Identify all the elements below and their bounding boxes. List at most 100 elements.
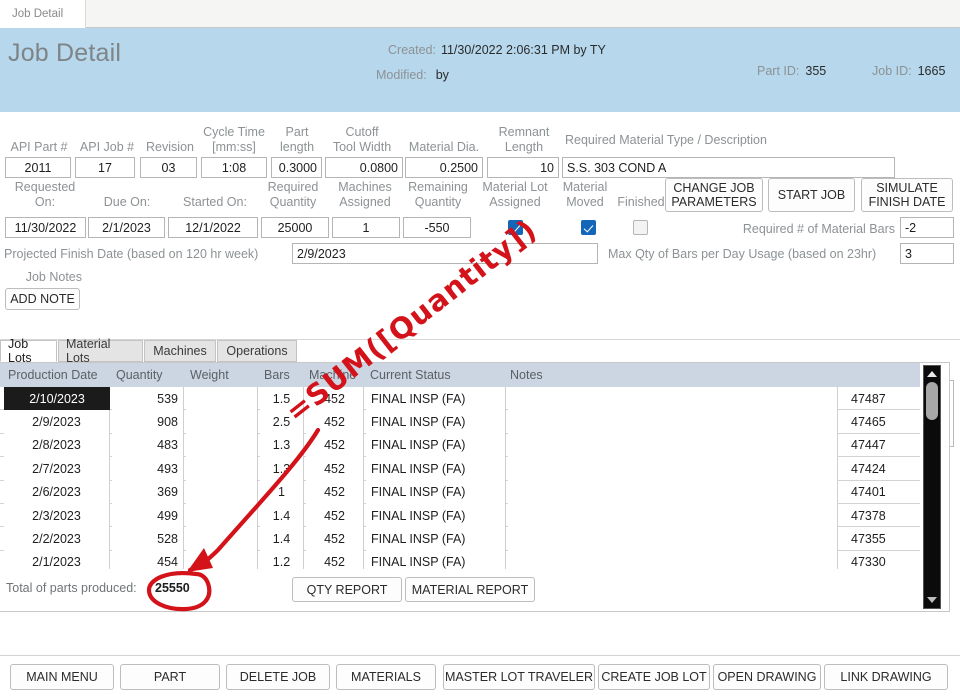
cell-weight[interactable] (186, 457, 258, 481)
create-job-lot-button[interactable]: CREATE JOB LOT (598, 664, 710, 690)
cell-lot-id[interactable]: 47401 (846, 481, 914, 504)
column-header-bars[interactable]: Bars (260, 363, 296, 387)
cell-current-status[interactable]: FINAL INSP (FA) (366, 387, 506, 411)
cell-notes[interactable] (508, 527, 838, 551)
cell-current-status[interactable]: FINAL INSP (FA) (366, 550, 506, 569)
material-dia-input[interactable] (405, 157, 483, 178)
tab-machines[interactable]: Machines (144, 340, 216, 362)
part-length-input[interactable] (271, 157, 322, 178)
cell-production-date[interactable]: 2/10/2023 (4, 387, 110, 411)
cell-lot-id[interactable]: 47465 (846, 410, 914, 433)
cell-machine[interactable]: 452 (306, 433, 364, 458)
cell-lot-id[interactable]: 47378 (846, 504, 914, 527)
max-qty-bars-input[interactable] (900, 243, 954, 264)
add-note-button[interactable]: ADD NOTE (5, 288, 80, 310)
due-on-input[interactable] (88, 217, 165, 238)
cell-production-date[interactable]: 2/1/2023 (4, 550, 110, 569)
cell-notes[interactable] (508, 550, 838, 569)
column-header-weight[interactable]: Weight (186, 363, 250, 387)
cell-notes[interactable] (508, 480, 838, 504)
projected-finish-date-input[interactable] (292, 243, 598, 264)
machines-assigned-input[interactable] (332, 217, 400, 238)
material-report-button[interactable]: MATERIAL REPORT (405, 577, 535, 602)
scroll-down-arrow-icon[interactable] (924, 593, 940, 607)
table-row[interactable]: 2/6/2023 369 1 452 FINAL INSP (FA) 47401 (0, 480, 920, 504)
cell-weight[interactable] (186, 387, 258, 411)
required-material-type-input[interactable] (562, 157, 895, 178)
simulate-finish-date-button[interactable]: SIMULATE FINISH DATE (861, 178, 953, 212)
cell-production-date[interactable]: 2/8/2023 (4, 433, 110, 458)
cell-weight[interactable] (186, 433, 258, 458)
cell-bars[interactable]: 1.4 (260, 527, 304, 551)
change-job-parameters-button[interactable]: CHANGE JOB PARAMETERS (665, 178, 763, 212)
remnant-length-input[interactable] (487, 157, 559, 178)
cell-bars[interactable]: 1.3 (260, 457, 304, 481)
table-row[interactable]: 2/7/2023 493 1.3 452 FINAL INSP (FA) 47424 (0, 457, 920, 481)
tab-operations[interactable]: Operations (217, 340, 297, 362)
cell-current-status[interactable]: FINAL INSP (FA) (366, 457, 506, 481)
cell-bars[interactable]: 1.3 (260, 433, 304, 458)
required-bars-input[interactable] (900, 217, 954, 238)
column-header-production-date[interactable]: Production Date (4, 363, 110, 387)
cell-lot-id[interactable]: 47424 (846, 457, 914, 480)
scroll-up-arrow-icon[interactable] (924, 367, 940, 381)
column-header-notes[interactable]: Notes (506, 363, 586, 387)
cell-production-date[interactable]: 2/6/2023 (4, 480, 110, 504)
tab-job-lots[interactable]: Job Lots (0, 337, 57, 365)
window-tab-job-detail[interactable]: Job Detail (0, 0, 87, 28)
cell-lot-id[interactable]: 47447 (846, 434, 914, 457)
table-row[interactable]: 2/10/2023 539 1.5 452 FINAL INSP (FA) 47487 (0, 387, 920, 411)
cell-machine[interactable]: 452 (306, 527, 364, 551)
grid-vertical-scrollbar[interactable] (923, 365, 941, 609)
cell-notes[interactable] (508, 433, 838, 458)
cell-current-status[interactable]: FINAL INSP (FA) (366, 410, 506, 434)
cell-quantity[interactable]: 499 (112, 503, 184, 528)
materials-button[interactable]: MATERIALS (336, 664, 436, 690)
cell-production-date[interactable]: 2/7/2023 (4, 457, 110, 481)
requested-on-input[interactable] (5, 217, 86, 238)
cell-machine[interactable]: 452 (306, 457, 364, 481)
finished-checkbox[interactable] (633, 220, 648, 235)
cell-bars[interactable]: 1.4 (260, 503, 304, 528)
grid-body[interactable]: 2/10/2023 539 1.5 452 FINAL INSP (FA) 47487 2/… (0, 387, 920, 569)
cell-quantity[interactable]: 454 (112, 550, 184, 569)
open-drawing-button[interactable]: OPEN DRAWING (713, 664, 821, 690)
remaining-quantity-input[interactable] (403, 217, 471, 238)
cell-quantity[interactable]: 493 (112, 457, 184, 481)
cell-weight[interactable] (186, 503, 258, 528)
delete-job-button[interactable]: DELETE JOB (226, 664, 330, 690)
cell-notes[interactable] (508, 457, 838, 481)
cell-lot-id[interactable]: 47487 (846, 387, 914, 410)
cell-current-status[interactable]: FINAL INSP (FA) (366, 503, 506, 528)
cell-quantity[interactable]: 908 (112, 410, 184, 434)
cell-notes[interactable] (508, 410, 838, 434)
revision-input[interactable] (140, 157, 197, 178)
cell-production-date[interactable]: 2/9/2023 (4, 410, 110, 434)
cell-quantity[interactable]: 528 (112, 527, 184, 551)
table-row[interactable]: 2/1/2023 454 1.2 452 FINAL INSP (FA) 47330 (0, 550, 920, 569)
main-menu-button[interactable]: MAIN MENU (10, 664, 114, 690)
cell-notes[interactable] (508, 387, 838, 411)
cell-lot-id[interactable]: 47330 (846, 551, 914, 569)
column-header-quantity[interactable]: Quantity (112, 363, 182, 387)
table-row[interactable]: 2/9/2023 908 2.5 452 FINAL INSP (FA) 47465 (0, 410, 920, 434)
scrollbar-thumb[interactable] (926, 382, 938, 420)
part-button[interactable]: PART (120, 664, 220, 690)
cell-machine[interactable]: 452 (306, 480, 364, 504)
cell-quantity[interactable]: 539 (112, 387, 184, 411)
cell-weight[interactable] (186, 480, 258, 504)
started-on-input[interactable] (168, 217, 258, 238)
cell-weight[interactable] (186, 527, 258, 551)
cell-notes[interactable] (508, 503, 838, 528)
cell-current-status[interactable]: FINAL INSP (FA) (366, 480, 506, 504)
cycle-time-input[interactable] (201, 157, 267, 178)
cell-lot-id[interactable]: 47355 (846, 527, 914, 550)
cell-current-status[interactable]: FINAL INSP (FA) (366, 433, 506, 458)
cell-quantity[interactable]: 369 (112, 480, 184, 504)
cell-bars[interactable]: 1.5 (260, 387, 304, 411)
cell-bars[interactable]: 1.2 (260, 550, 304, 569)
master-lot-traveler-button[interactable]: MASTER LOT TRAVELER (443, 664, 595, 690)
cell-current-status[interactable]: FINAL INSP (FA) (366, 527, 506, 551)
cell-quantity[interactable]: 483 (112, 433, 184, 458)
api-part-input[interactable] (5, 157, 71, 178)
